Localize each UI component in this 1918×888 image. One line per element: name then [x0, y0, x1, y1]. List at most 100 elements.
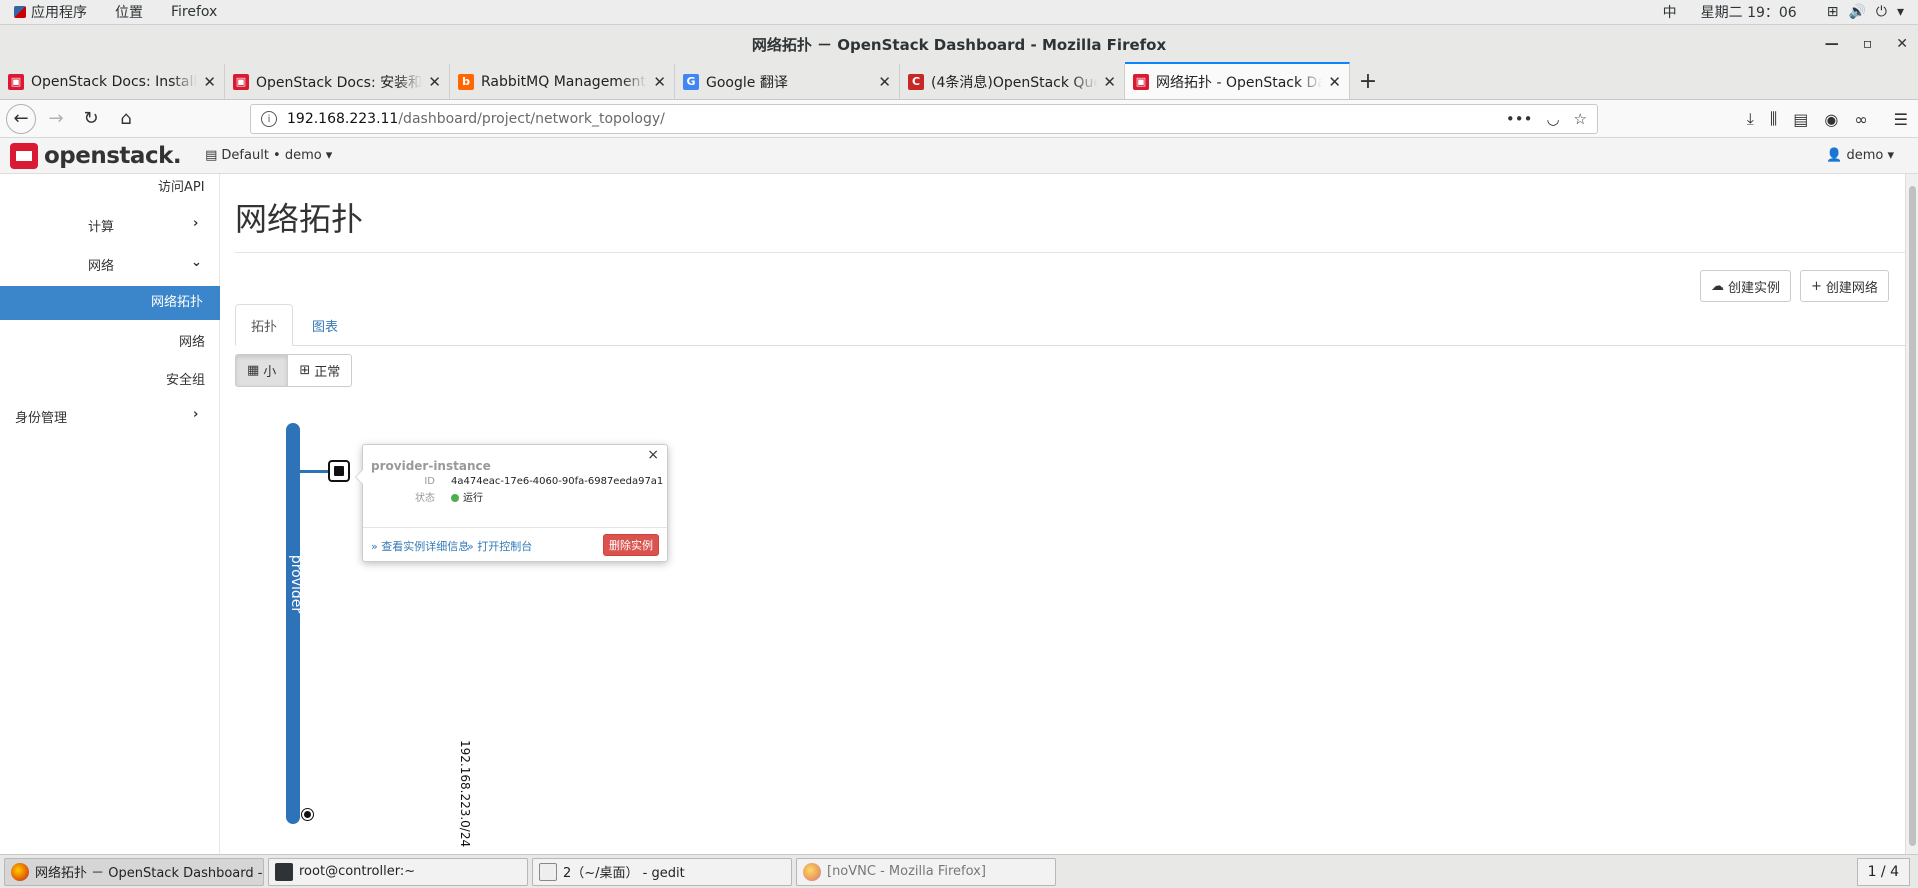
scrollbar-thumb[interactable] [1909, 186, 1916, 846]
window-title: 网络拓扑 － OpenStack Dashboard - Mozilla Fir… [751, 35, 1167, 54]
back-button[interactable]: ← [6, 103, 36, 134]
project-selector[interactable]: ▤ Default • demo ▾ [205, 148, 332, 163]
url-bar[interactable]: i 192.168.223.11/dashboard/project/netwo… [250, 104, 1598, 134]
applications-label: 应用程序 [31, 5, 87, 21]
taskbar-label: 2（~/桌面） - gedit [563, 866, 685, 881]
input-method-indicator[interactable]: 中 [1663, 2, 1677, 22]
page-title: 网络拓扑 [235, 200, 364, 238]
network-name[interactable]: provider [284, 554, 304, 614]
gnome-taskbar: 网络拓扑 － OpenStack Dashboard -… root@contr… [0, 854, 1918, 888]
openstack-logo-icon [10, 142, 38, 169]
reload-button[interactable]: ↻ [76, 104, 106, 134]
instance-status-value: 运行 [451, 489, 483, 504]
new-tab-button[interactable]: + [1350, 64, 1386, 99]
places-label: 位置 [115, 5, 143, 21]
status-dot-icon [451, 494, 459, 502]
applications-menu[interactable]: 应用程序 [0, 2, 101, 22]
pocket-icon[interactable]: ◡ [1546, 110, 1559, 128]
menu-icon[interactable]: ☰ [1894, 110, 1908, 129]
firefox-icon [11, 862, 29, 881]
power-icon[interactable]: ⏻ [1876, 4, 1887, 20]
tab-label: Google 翻译 [706, 74, 788, 91]
clock[interactable]: 星期二 19：06 [1701, 2, 1797, 22]
applications-icon [14, 6, 26, 18]
browser-tab[interactable]: ▣ OpenStack Docs: Install a ✕ [0, 64, 225, 99]
topology-canvas: provider 192.168.223.0/24 × provider-ins… [220, 404, 1020, 848]
firefox-app-menu[interactable]: Firefox [157, 4, 231, 20]
create-network-button[interactable]: + 创建网络 [1800, 270, 1889, 302]
tab-close-icon[interactable]: ✕ [1103, 73, 1116, 91]
sidebar: 访问API 计算 › 网络 ⌄ 网络拓扑 网络 安全组 身份管理 › [0, 174, 220, 854]
instance-node[interactable] [328, 460, 350, 482]
openstack-logo[interactable]: openstack. [10, 142, 182, 169]
view-instance-details-link[interactable]: » 查看实例详细信息 [371, 538, 469, 554]
account-icon[interactable]: ◉ [1824, 110, 1838, 129]
tab-label: 网络拓扑 - OpenStack Da [1156, 74, 1323, 91]
delete-instance-button[interactable]: 删除实例 [603, 534, 659, 556]
taskbar-item-novnc[interactable]: [noVNC - Mozilla Firefox] [796, 857, 1056, 886]
tab-close-icon[interactable]: ✕ [1328, 73, 1341, 91]
forward-button[interactable]: → [41, 104, 71, 134]
title-divider [235, 252, 1910, 253]
site-info-icon[interactable]: i [261, 111, 277, 127]
view-tabs: 拓扑 图表 [235, 304, 1910, 346]
browser-tab-active[interactable]: ▣ 网络拓扑 - OpenStack Da ✕ [1125, 62, 1350, 99]
browser-tab-strip: ▣ OpenStack Docs: Install a ✕ ▣ OpenStac… [0, 62, 1918, 100]
system-menu-arrow-icon[interactable]: ▾ [1897, 4, 1904, 20]
tab-close-icon[interactable]: ✕ [203, 73, 216, 91]
instance-balloon: × provider-instance ID 4a474eac-17e6-406… [355, 444, 668, 562]
workspace-indicator[interactable]: 1 / 4 [1856, 857, 1910, 886]
tab-graph[interactable]: 图表 [293, 304, 357, 346]
minimize-icon[interactable]: — [1825, 36, 1839, 52]
taskbar-item-terminal[interactable]: root@controller:~ [268, 857, 528, 886]
downloads-icon[interactable]: ⤓ [1747, 109, 1754, 129]
taskbar-item-firefox[interactable]: 网络拓扑 － OpenStack Dashboard -… [4, 857, 264, 886]
brand-text: openstack. [44, 142, 182, 169]
sidebar-item-network-topology[interactable]: 网络拓扑 [0, 286, 220, 320]
user-menu[interactable]: 👤 demo ▾ [1826, 148, 1894, 163]
volume-icon[interactable]: 🔊 [1848, 4, 1865, 20]
tab-close-icon[interactable]: ✕ [878, 73, 891, 91]
small-size-label: 小 [263, 365, 277, 380]
extension-icon[interactable]: ∞ [1854, 110, 1867, 129]
sidebar-item-identity[interactable]: 身份管理 [15, 407, 67, 426]
balloon-close-icon[interactable]: × [647, 447, 659, 463]
create-instance-button[interactable]: ☁ 创建实例 [1700, 270, 1792, 302]
taskbar-item-gedit[interactable]: 2（~/桌面） - gedit [532, 857, 792, 886]
browser-tab[interactable]: G Google 翻译 ✕ [675, 64, 900, 99]
close-window-icon[interactable]: ✕ [1896, 36, 1908, 52]
library-icon[interactable]: ⫼ [1770, 109, 1777, 129]
sidebar-item-security-groups[interactable]: 安全组 [166, 369, 205, 388]
normal-size-button[interactable]: ⊞ 正常 [288, 354, 353, 387]
open-console-link[interactable]: » 打开控制台 [467, 538, 532, 554]
sidebar-item-api-access[interactable]: 访问API [158, 176, 205, 195]
firefox-icon [803, 862, 821, 881]
size-toggle-group: ▦ 小 ⊞ 正常 [235, 354, 353, 387]
browser-tab[interactable]: b RabbitMQ Management ✕ [450, 64, 675, 99]
home-button[interactable]: ⌂ [111, 104, 141, 134]
maximize-icon[interactable]: ▫ [1863, 36, 1873, 52]
tab-close-icon[interactable]: ✕ [653, 73, 666, 91]
network-bar[interactable] [286, 423, 300, 824]
page-scrollbar[interactable] [1905, 174, 1918, 854]
csdn-favicon-icon: C [908, 73, 924, 90]
grid-small-icon: ▦ [247, 363, 260, 378]
places-menu[interactable]: 位置 [101, 2, 157, 22]
page-actions-icon[interactable]: ••• [1506, 110, 1533, 128]
sidebar-item-compute[interactable]: 计算 [88, 216, 114, 235]
navigation-toolbar: ← → ↻ ⌂ i 192.168.223.11/dashboard/proje… [0, 100, 1918, 138]
browser-tab[interactable]: ▣ OpenStack Docs: 安装和配 ✕ [225, 64, 450, 99]
sidebar-item-network[interactable]: 网络 [88, 255, 114, 274]
bookmark-star-icon[interactable]: ☆ [1574, 110, 1587, 128]
sidebar-item-networks[interactable]: 网络 [179, 331, 205, 350]
network-cidr: 192.168.223.0/24 [458, 740, 472, 848]
network-icon[interactable]: ⊞ [1827, 4, 1839, 20]
taskbar-label: 网络拓扑 － OpenStack Dashboard -… [35, 866, 264, 881]
sidebar-toggle-icon[interactable]: ▤ [1793, 110, 1808, 129]
small-size-button[interactable]: ▦ 小 [235, 354, 289, 387]
gedit-icon [539, 862, 557, 881]
tab-topology[interactable]: 拓扑 [235, 304, 293, 346]
google-translate-favicon-icon: G [683, 73, 699, 90]
tab-close-icon[interactable]: ✕ [428, 73, 441, 91]
browser-tab[interactable]: C (4条消息)OpenStack Que ✕ [900, 64, 1125, 99]
